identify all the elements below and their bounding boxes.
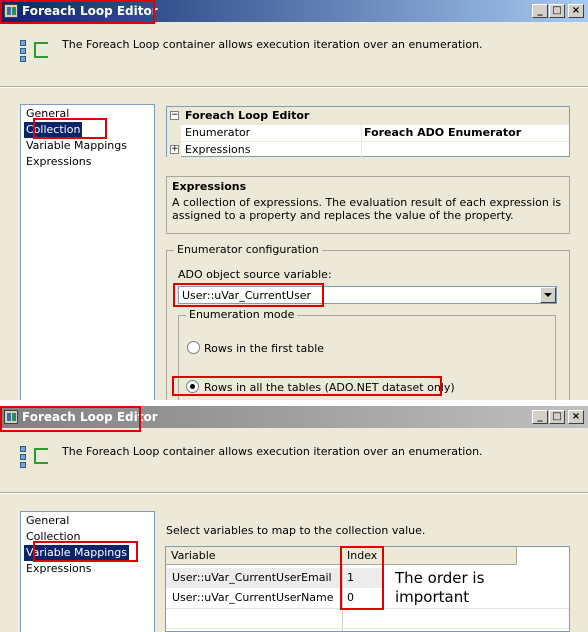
foreach-editor-variable-mappings-window: Foreach Loop Editor _ □ × The Foreach Lo…	[0, 406, 588, 632]
variable-cell[interactable]: User::uVar_CurrentUserName	[172, 591, 334, 604]
collapse-icon[interactable]: −	[170, 111, 179, 120]
minimize-button[interactable]: _	[532, 4, 548, 18]
column-header-variable[interactable]: Variable	[166, 547, 342, 565]
foreach-editor-collection-window: Foreach Loop Editor _ □ × The Foreach Lo…	[0, 0, 588, 400]
close-button[interactable]: ×	[568, 410, 584, 424]
property-grid: − Foreach Loop Editor Enumerator Foreach…	[166, 106, 570, 158]
foreach-container-icon	[20, 444, 50, 474]
header-divider	[0, 86, 588, 88]
variable-cell[interactable]: User::uVar_CurrentUserEmail	[172, 571, 332, 584]
grid-category-label: Foreach Loop Editor	[185, 109, 310, 122]
grid-row-value[interactable]: Foreach ADO Enumerator	[364, 126, 521, 139]
description-body: A collection of expressions. The evaluat…	[172, 196, 562, 222]
source-variable-label: ADO object source variable:	[178, 268, 332, 281]
maximize-button[interactable]: □	[549, 4, 565, 18]
grid-row-name: Expressions	[185, 143, 251, 156]
header-description: The Foreach Loop container allows execut…	[62, 38, 483, 51]
panel-gap	[0, 400, 588, 406]
collection-highlight-box	[33, 118, 107, 139]
nav-item-expressions[interactable]: Expressions	[24, 154, 93, 170]
title-highlight-box	[0, 406, 141, 432]
rows-first-table-radio[interactable]	[187, 341, 200, 354]
grid-row-name: Enumerator	[185, 126, 251, 139]
expand-icon[interactable]: +	[170, 145, 179, 154]
nav-item-general[interactable]: General	[24, 513, 71, 529]
grid-row-enumerator[interactable]: Enumerator Foreach ADO Enumerator	[167, 124, 569, 141]
title-highlight-box	[0, 0, 155, 24]
maximize-button[interactable]: □	[549, 410, 565, 424]
grid-category[interactable]: − Foreach Loop Editor	[167, 107, 569, 124]
source-variable-highlight-box	[173, 283, 324, 307]
enumerator-config-label: Enumerator configuration	[174, 243, 322, 256]
header-description: The Foreach Loop container allows execut…	[62, 445, 483, 458]
variable-mappings-highlight-box	[33, 541, 138, 562]
grid-row-expressions[interactable]: + Expressions	[167, 141, 569, 158]
chevron-down-icon[interactable]	[540, 287, 556, 303]
close-button[interactable]: ×	[568, 4, 584, 18]
header-divider	[0, 492, 588, 494]
annotation-line-2: important	[395, 588, 470, 606]
rows-first-table-label[interactable]: Rows in the first table	[204, 342, 324, 355]
annotation-note: The order is important	[395, 569, 484, 607]
index-column-highlight-box	[340, 546, 384, 610]
annotation-line-1: The order is	[395, 569, 485, 587]
nav-item-variable-mappings[interactable]: Variable Mappings	[24, 138, 129, 154]
rows-all-tables-highlight-box	[172, 376, 442, 396]
mapping-prompt: Select variables to map to the collectio…	[166, 524, 426, 537]
nav-item-expressions[interactable]: Expressions	[24, 561, 93, 577]
property-description: Expressions A collection of expressions.…	[166, 176, 570, 234]
foreach-container-icon	[20, 38, 50, 68]
description-title: Expressions	[172, 180, 247, 193]
minimize-button[interactable]: _	[532, 410, 548, 424]
enumeration-mode-label: Enumeration mode	[186, 308, 298, 321]
